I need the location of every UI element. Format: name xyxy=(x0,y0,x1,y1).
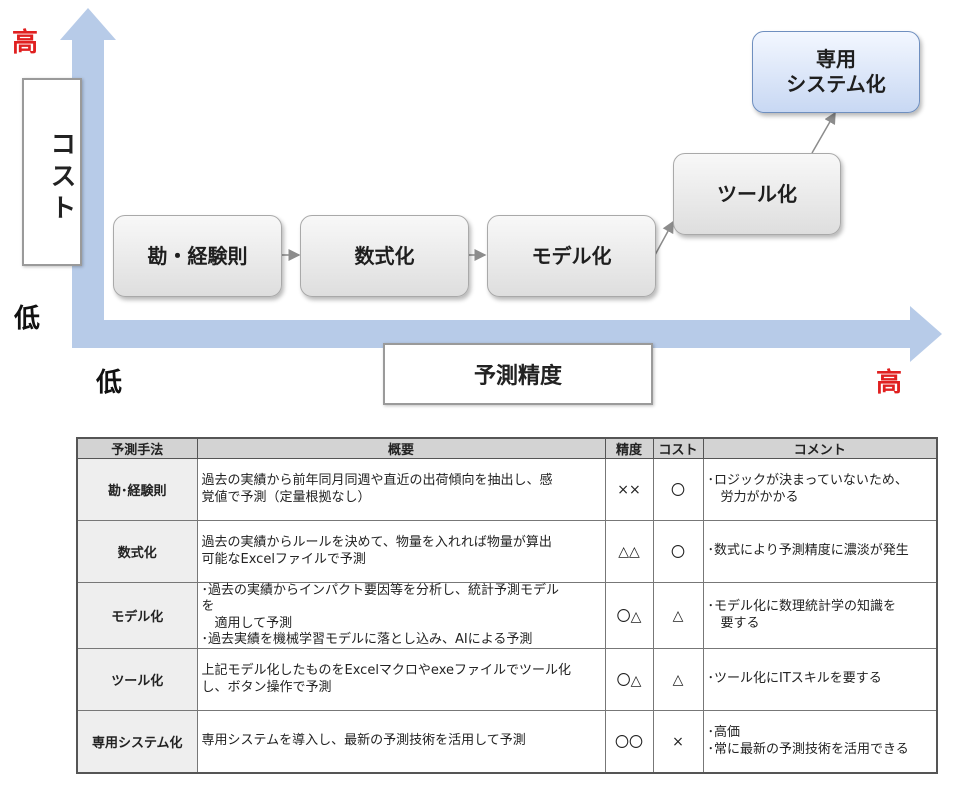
step-label: 数式化 xyxy=(354,243,415,268)
header-method: 予測手法 xyxy=(76,437,198,459)
x-axis-title-box: 予測精度 xyxy=(383,343,653,405)
method-cell: 数式化 xyxy=(76,520,198,583)
overview-line: 過去の実績から前年同月同週や直近の出荷傾向を抽出し、感 xyxy=(201,473,553,489)
comment-line: 要する xyxy=(707,615,760,631)
comment-line: ･ツール化にITスキルを要する xyxy=(707,671,882,687)
comment-line: ･ロジックが決まっていないため、 xyxy=(707,473,908,489)
table-row: 勘･経験則 過去の実績から前年同月同週や直近の出荷傾向を抽出し、感 覚値で予測（定量… xyxy=(76,458,938,521)
table-row: 専用システム化 専用システムを導入し、最新の予測技術を活用して予測 〇〇 × ･高価 ･常… xyxy=(76,710,938,774)
method-cell: 専用システム化 xyxy=(76,710,198,774)
comment-line: ･高価 xyxy=(707,725,741,741)
overview-cell: 専用システムを導入し、最新の予測技術を活用して予測 xyxy=(196,710,606,774)
overview-cell: 過去の実績から前年同月同週や直近の出荷傾向を抽出し、感 覚値で予測（定量根拠なし） xyxy=(196,458,606,521)
step-formula: 数式化 xyxy=(300,215,469,297)
table-header-row: 予測手法 概要 精度 コスト コメント xyxy=(76,437,938,459)
step-label: ツール化 xyxy=(717,181,797,206)
comment-cell: ･高価 ･常に最新の予測技術を活用できる xyxy=(702,710,938,774)
step-label: モデル化 xyxy=(531,243,612,268)
header-comment: コメント xyxy=(702,437,938,459)
comparison-table: 予測手法 概要 精度 コスト コメント 勘･経験則 過去の実績から前年同月同週や直… xyxy=(76,437,938,774)
connector-3 xyxy=(654,220,674,256)
step-model: モデル化 xyxy=(487,215,656,297)
overview-line: ･過去実績を機械学習モデルに落とし込み、AIによる予測 xyxy=(201,631,533,647)
overview-line: 上記モデル化したものをExcelマクロやexeファイルでツール化 xyxy=(201,663,572,679)
comment-line: ･数式により予測精度に濃淡が発生 xyxy=(707,543,909,559)
table-row: モデル化 ･過去の実績からインパクト要因等を分析し、統計予測モデルを 適用して予測… xyxy=(76,582,938,649)
comment-line: ･モデル化に数理統計学の知識を xyxy=(707,599,897,615)
overview-line: 過去の実績からルールを決めて、物量を入れれば物量が算出 xyxy=(201,535,552,551)
step-dedicated-system: 専用 システム化 xyxy=(752,31,920,113)
y-axis-title: コスト xyxy=(46,130,76,226)
connector-4 xyxy=(811,111,836,154)
step-label-line1: 専用 xyxy=(816,47,856,71)
overview-line: 適用して予測 xyxy=(201,615,293,631)
y-axis-title-box: コスト xyxy=(22,78,82,266)
cost-accuracy-diagram: 高 低 低 高 コスト 予測精度 勘・経験則 数式化 モデル化 ツール化 専用 … xyxy=(0,0,960,420)
overview-line: 専用システムを導入し、最新の予測技術を活用して予測 xyxy=(201,733,526,749)
method-cell: モデル化 xyxy=(76,582,198,649)
x-axis-title: 予測精度 xyxy=(473,364,562,389)
overview-line: を xyxy=(201,599,215,615)
step-tool: ツール化 xyxy=(673,153,841,235)
comment-cell: ･ツール化にITスキルを要する xyxy=(702,648,938,711)
step-label: 勘・経験則 xyxy=(147,243,248,268)
header-cost: コスト xyxy=(652,437,704,459)
accuracy-cell: ×× xyxy=(604,458,654,521)
method-text: 数式化 xyxy=(117,546,157,561)
table-row: ツール化 上記モデル化したものをExcelマクロやexeファイルでツール化 し、ボタ… xyxy=(76,648,938,711)
x-axis-low-label: 低 xyxy=(96,368,123,398)
overview-cell: 過去の実績からルールを決めて、物量を入れれば物量が算出 可能なExcelファイルで… xyxy=(196,520,606,583)
method-text: 勘･経験則 xyxy=(107,484,167,499)
overview-line: 可能なExcelファイルで予測 xyxy=(201,551,366,567)
header-accuracy: 精度 xyxy=(604,437,654,459)
y-axis-high-label: 高 xyxy=(12,28,39,58)
comment-line: ･常に最新の予測技術を活用できる xyxy=(707,741,909,757)
cost-cell: 〇 xyxy=(652,458,704,521)
method-cell: ツール化 xyxy=(76,648,198,711)
comment-cell: ･ロジックが決まっていないため、 労力がかかる xyxy=(702,458,938,521)
accuracy-cell: △△ xyxy=(604,520,654,583)
overview-cell: ･過去の実績からインパクト要因等を分析し、統計予測モデルを 適用して予測 ･過去実… xyxy=(196,582,606,649)
step-intuition: 勘・経験則 xyxy=(113,215,282,297)
method-text: モデル化 xyxy=(111,610,164,625)
overview-cell: 上記モデル化したものをExcelマクロやexeファイルでツール化 し、ボタン操作で… xyxy=(196,648,606,711)
cost-cell: × xyxy=(652,710,704,774)
comment-cell: ･数式により予測精度に濃淡が発生 xyxy=(702,520,938,583)
overview-line: し、ボタン操作で予測 xyxy=(201,679,332,695)
accuracy-cell: 〇△ xyxy=(604,582,654,649)
accuracy-cell: 〇〇 xyxy=(604,710,654,774)
header-overview: 概要 xyxy=(196,437,606,459)
cost-cell: 〇 xyxy=(652,520,704,583)
cost-cell: △ xyxy=(652,582,704,649)
accuracy-cell: 〇△ xyxy=(604,648,654,711)
method-text: ツール化 xyxy=(111,674,164,689)
x-axis-high-label: 高 xyxy=(876,368,903,398)
method-cell: 勘･経験則 xyxy=(76,458,198,521)
cost-cell: △ xyxy=(652,648,704,711)
comment-line: 労力がかかる xyxy=(707,489,799,505)
y-axis-low-label: 低 xyxy=(14,304,41,334)
comment-cell: ･モデル化に数理統計学の知識を 要する xyxy=(702,582,938,649)
step-label-line2: システム化 xyxy=(786,72,886,96)
overview-line: ･過去の実績からインパクト要因等を分析し、統計予測モデル xyxy=(201,583,560,598)
overview-line: 覚値で予測（定量根拠なし） xyxy=(201,489,371,505)
method-text: 専用システム化 xyxy=(91,736,183,751)
table-row: 数式化 過去の実績からルールを決めて、物量を入れれば物量が算出 可能なExcelファ… xyxy=(76,520,938,583)
